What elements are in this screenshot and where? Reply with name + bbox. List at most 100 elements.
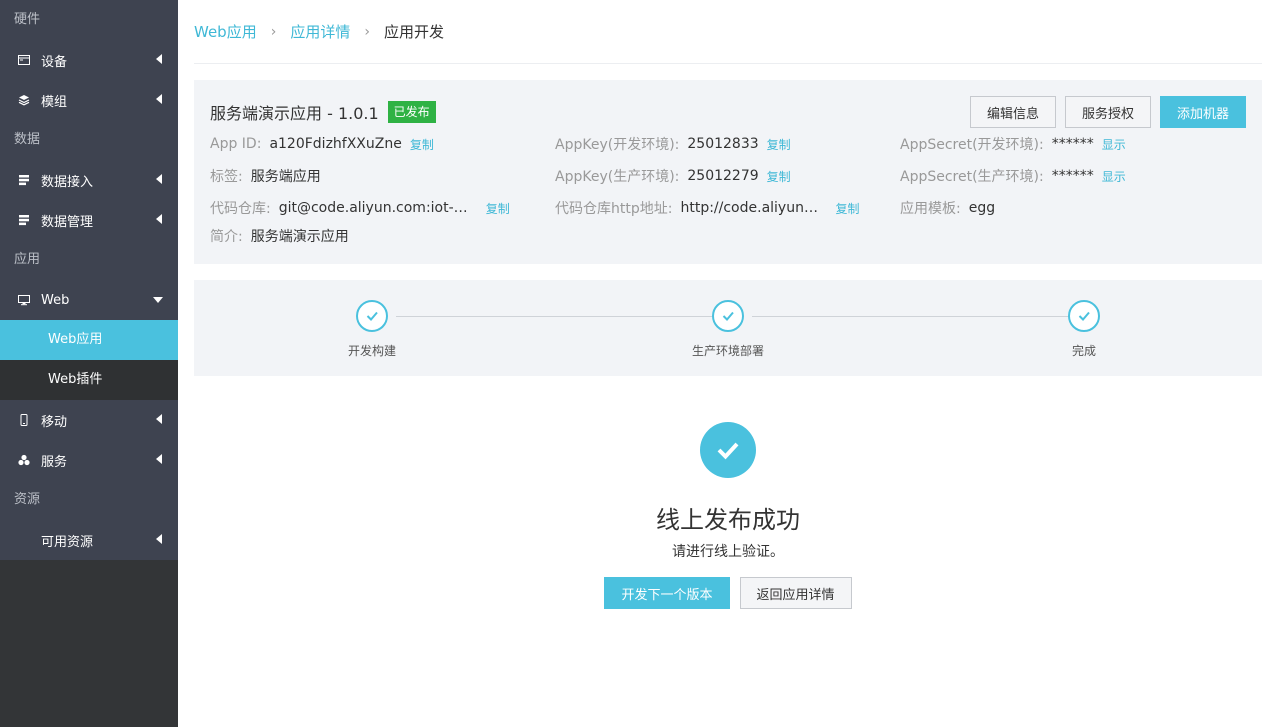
field-value: ****** [1051, 136, 1094, 152]
cubes-icon [18, 454, 30, 466]
caret-left-icon [156, 214, 162, 224]
sidebar: 硬件 设备 模组 数据 数据接入 数据管理 应用 Web Web应用 Web插件… [0, 0, 178, 727]
field-label: AppSecret(开发环境): [900, 137, 1044, 153]
sidebar-item-service[interactable]: 服务 [0, 440, 178, 480]
show-secret-button[interactable]: 显示 [1102, 136, 1126, 153]
field-template: 应用模板: egg [900, 198, 1245, 218]
copy-button[interactable]: 复制 [767, 136, 791, 153]
sidebar-item-data-access[interactable]: 数据接入 [0, 160, 178, 200]
step-build: 开发构建 [322, 300, 422, 359]
field-value: a120FdizhfXXuZne [269, 136, 402, 152]
sidebar-item-label: 设备 [41, 54, 68, 70]
step-connector [752, 316, 1069, 317]
field-appkey-dev: AppKey(开发环境): 25012833 复制 [555, 134, 900, 154]
sidebar-item-available-resource[interactable]: 可用资源 [0, 520, 178, 560]
app-actions: 编辑信息 服务授权 添加机器 [969, 96, 1246, 128]
main-content: Web应用 › 应用详情 › 应用开发 服务端演示应用 - 1.0.1 已发布 … [194, 0, 1262, 609]
monitor-icon [18, 294, 30, 306]
field-app-id: App ID: a120FdizhfXXuZne 复制 [210, 136, 555, 153]
field-tags: 标签: 服务端应用 [210, 166, 555, 186]
field-repo-http: 代码仓库http地址: http://code.aliyun.com/iot-a… [555, 198, 900, 218]
sidebar-section-app: 应用 [14, 252, 41, 267]
field-label: AppKey(生产环境): [555, 169, 680, 185]
sidebar-item-device[interactable]: 设备 [0, 40, 178, 80]
database-icon [18, 214, 30, 226]
database-icon [18, 174, 30, 186]
field-label: 标签: [210, 169, 243, 185]
service-auth-button[interactable]: 服务授权 [1064, 96, 1151, 128]
caret-left-icon [156, 174, 162, 184]
chevron-right-icon: › [364, 23, 370, 40]
copy-button[interactable]: 复制 [835, 200, 859, 217]
step-label: 生产环境部署 [691, 344, 764, 358]
sidebar-subitem-web-plugin[interactable]: Web插件 [0, 360, 178, 400]
step-connector [396, 316, 713, 317]
check-icon [712, 300, 744, 332]
show-secret-button[interactable]: 显示 [1102, 168, 1126, 185]
layers-icon [18, 94, 30, 106]
field-label: App ID: [210, 136, 262, 152]
step-done: 完成 [1034, 300, 1134, 359]
copy-button[interactable]: 复制 [767, 168, 791, 185]
result-panel: 线上发布成功 请进行线上验证。 开发下一个版本 返回应用详情 [194, 422, 1262, 609]
caret-down-icon [153, 297, 163, 303]
field-label: 代码仓库: [210, 201, 271, 217]
field-value: 25012833 [687, 136, 759, 152]
sidebar-section-hardware: 硬件 [14, 12, 41, 27]
window-icon [18, 54, 30, 66]
result-description: 请进行线上验证。 [672, 544, 784, 560]
sidebar-item-data-manage[interactable]: 数据管理 [0, 200, 178, 240]
caret-left-icon [156, 94, 162, 104]
step-label: 开发构建 [347, 344, 396, 358]
field-intro: 简介: 服务端演示应用 [210, 226, 555, 246]
sidebar-subitem-web-app[interactable]: Web应用 [0, 320, 178, 360]
copy-button[interactable]: 复制 [486, 200, 510, 217]
add-machine-button[interactable]: 添加机器 [1159, 96, 1246, 128]
field-repo: 代码仓库: git@code.aliyun.com:iot-a120Fdizhf… [210, 198, 555, 218]
breadcrumb-current: 应用开发 [383, 23, 444, 41]
mobile-icon [18, 414, 30, 426]
field-appkey-prod: AppKey(生产环境): 25012279 复制 [555, 166, 900, 186]
step-deploy: 生产环境部署 [678, 300, 778, 359]
field-appsecret-prod: AppSecret(生产环境): ****** 显示 [900, 166, 1245, 186]
field-value: egg [968, 200, 996, 216]
check-icon [1068, 300, 1100, 332]
progress-steps: 开发构建 生产环境部署 完成 [194, 280, 1262, 376]
result-title: 线上发布成功 [656, 506, 800, 534]
field-value: ****** [1051, 168, 1094, 184]
sidebar-item-label: 可用资源 [41, 534, 94, 550]
sidebar-item-label: 模组 [41, 94, 68, 110]
sidebar-item-module[interactable]: 模组 [0, 80, 178, 120]
app-title: 服务端演示应用 - 1.0.1 [210, 104, 379, 123]
field-value: http://code.aliyun.com/iot-a120FdizhfXXu… [680, 200, 821, 216]
step-label: 完成 [1071, 344, 1096, 358]
breadcrumb: Web应用 › 应用详情 › 应用开发 [194, 0, 1262, 64]
edit-info-button[interactable]: 编辑信息 [969, 96, 1056, 128]
caret-left-icon [156, 414, 162, 424]
chevron-right-icon: › [270, 23, 277, 40]
caret-left-icon [156, 454, 162, 464]
sidebar-section-data: 数据 [14, 132, 41, 147]
success-check-icon [700, 422, 756, 478]
breadcrumb-app-detail[interactable]: 应用详情 [290, 21, 350, 42]
sidebar-item-label: Web [41, 292, 70, 308]
field-label: AppSecret(生产环境): [900, 169, 1044, 185]
caret-left-icon [156, 54, 162, 64]
develop-next-version-button[interactable]: 开发下一个版本 [604, 577, 730, 609]
status-badge: 已发布 [387, 101, 436, 123]
sidebar-item-web[interactable]: Web [0, 280, 178, 320]
copy-button[interactable]: 复制 [410, 136, 434, 153]
sidebar-item-label: 数据管理 [41, 214, 94, 230]
field-label: 简介: [210, 229, 243, 245]
field-value: 25012279 [687, 168, 759, 184]
field-label: 应用模板: [900, 201, 961, 217]
field-value: git@code.aliyun.com:iot-a120FdizhfXXuZne [278, 200, 471, 216]
app-info-panel: 服务端演示应用 - 1.0.1 已发布 编辑信息 服务授权 添加机器 App I… [194, 80, 1262, 264]
field-value: 服务端演示应用 [250, 229, 349, 245]
field-appsecret-dev: AppSecret(开发环境): ****** 显示 [900, 134, 1245, 154]
back-to-app-detail-button[interactable]: 返回应用详情 [739, 577, 852, 609]
field-label: AppKey(开发环境): [555, 137, 680, 153]
breadcrumb-web-app[interactable]: Web应用 [194, 21, 257, 42]
sidebar-item-mobile[interactable]: 移动 [0, 400, 178, 440]
sidebar-item-label: 移动 [41, 414, 68, 430]
